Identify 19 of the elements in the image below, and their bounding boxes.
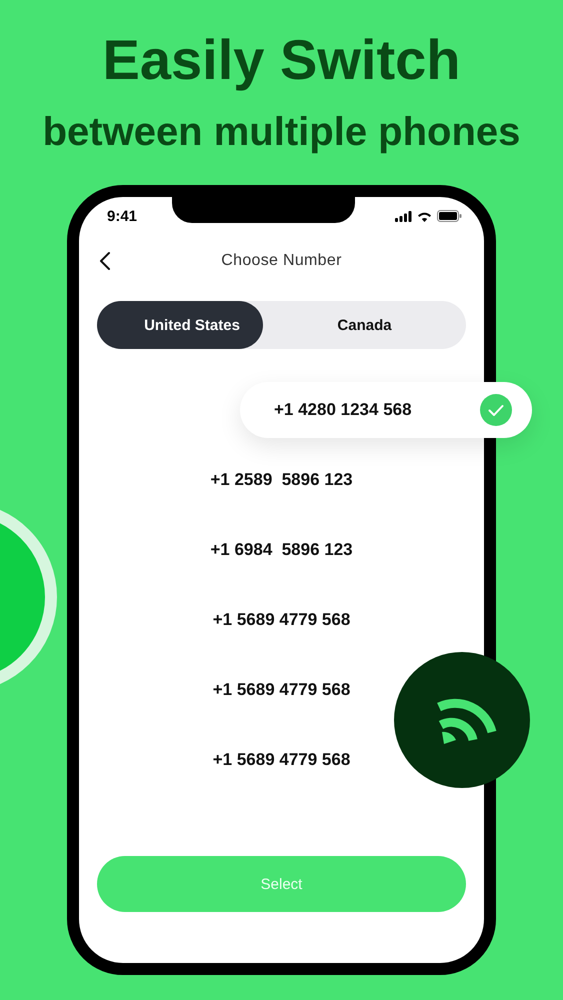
phone-number[interactable]: +1 5689 4779 568 xyxy=(212,680,350,700)
wifi-icon xyxy=(417,210,432,222)
selected-number-card[interactable]: +1 4280 1234 568 xyxy=(240,382,532,438)
country-tab[interactable]: Canada xyxy=(263,301,466,349)
phone-number[interactable]: +1 6984 5896 123 xyxy=(210,540,353,560)
headline-text: Easily Switch xyxy=(102,28,460,92)
wifi-badge-icon xyxy=(394,652,530,788)
headline-text: between multiple phones xyxy=(42,109,520,156)
battery-icon xyxy=(437,210,462,222)
back-icon[interactable] xyxy=(99,251,111,271)
signal-icon xyxy=(395,210,412,222)
status-time: 9:41 xyxy=(107,208,138,224)
check-icon xyxy=(480,394,512,426)
screen-title: Choose Number xyxy=(221,252,342,270)
phone-number[interactable]: +1 2589 5896 123 xyxy=(210,470,353,490)
phone-number[interactable]: +1 5689 4779 568 xyxy=(212,610,350,630)
country-tab[interactable]: United States xyxy=(97,301,263,349)
phone-number[interactable]: +1 5689 4779 568 xyxy=(212,750,350,770)
phone-number: +1 4280 1234 568 xyxy=(274,400,413,420)
